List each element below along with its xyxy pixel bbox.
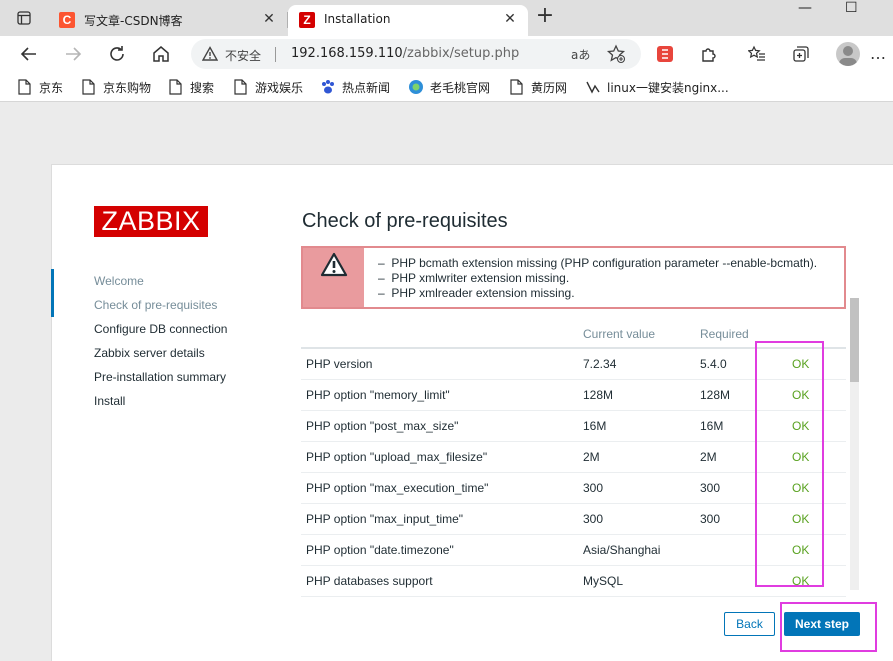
page-icon: [18, 79, 31, 95]
csdn-favicon-icon: C: [59, 12, 75, 28]
page-viewport: ZABBIX Welcome Check of pre-requisites C…: [0, 103, 893, 661]
cell-current: 16M: [578, 410, 695, 442]
cell-current: Asia/Shanghai: [578, 534, 695, 566]
minimize-button[interactable]: —: [798, 0, 812, 16]
close-tab-icon[interactable]: ✕: [502, 11, 518, 27]
paw-icon: [322, 80, 334, 94]
column-header-name: [301, 320, 578, 349]
bookmark-label: 搜索: [190, 81, 215, 95]
step-welcome: Welcome: [94, 274, 144, 288]
cell-current: 300: [578, 503, 695, 535]
home-button[interactable]: [149, 42, 173, 66]
close-tab-icon[interactable]: ✕: [261, 11, 277, 27]
profile-avatar[interactable]: [836, 42, 860, 66]
wave-icon: [586, 81, 600, 94]
step-preinstall-summary: Pre-installation summary: [94, 370, 227, 384]
scrollbar-thumb[interactable]: [850, 298, 859, 382]
cell-current: 128M: [578, 379, 695, 411]
arrow-left-icon: [20, 47, 36, 61]
step-configure-db: Configure DB connection: [94, 322, 228, 336]
collections-icon[interactable]: [792, 45, 810, 63]
bookmark-label: 游戏娱乐: [255, 81, 304, 95]
tab-actions-button[interactable]: [0, 0, 48, 36]
cell-current: 300: [578, 472, 695, 504]
extension-red-icon[interactable]: [656, 45, 674, 63]
url-text[interactable]: 192.168.159.110/zabbix/setup.php: [291, 46, 519, 61]
error-item: PHP xmlreader extension missing.: [378, 286, 817, 301]
bookmark-label: 老毛桃官网: [430, 81, 491, 95]
table-scrollbar[interactable]: [850, 298, 859, 590]
url-host: 192.168.159.110: [291, 46, 403, 61]
home-icon: [153, 46, 169, 62]
error-item: PHP xmlwriter extension missing.: [378, 271, 817, 286]
cell-name: PHP option "max_input_time": [301, 503, 578, 535]
zabbix-logo: ZABBIX: [94, 206, 208, 237]
tab-csdn[interactable]: C 写文章-CSDN博客 ✕: [48, 5, 288, 36]
cell-name: PHP option "date.timezone": [301, 534, 578, 566]
read-aloud-icon[interactable]: aあ: [571, 46, 590, 63]
page-icon: [234, 79, 247, 95]
tab-strip: C 写文章-CSDN博客 ✕ Z Installation ✕ + — ☐: [0, 0, 893, 36]
tab-installation[interactable]: Z Installation ✕: [288, 5, 528, 36]
maximize-button[interactable]: ☐: [845, 0, 858, 16]
cell-name: PHP option "upload_max_filesize": [301, 441, 578, 473]
error-list: PHP bcmath extension missing (PHP config…: [378, 256, 817, 301]
new-tab-button[interactable]: +: [534, 5, 556, 28]
address-separator: [275, 47, 276, 62]
error-item: PHP bcmath extension missing (PHP config…: [378, 256, 817, 271]
tab-title: 写文章-CSDN博客: [84, 14, 183, 28]
url-path: /zabbix/setup.php: [402, 46, 520, 61]
back-button[interactable]: Back: [724, 612, 775, 636]
cell-current: 2M: [578, 441, 695, 473]
error-message-box: PHP bcmath extension missing (PHP config…: [301, 246, 846, 309]
back-nav-button[interactable]: [17, 42, 41, 66]
warning-icon[interactable]: [202, 46, 218, 62]
status-column-highlight: [755, 341, 824, 587]
add-favorite-icon[interactable]: [606, 44, 626, 64]
step-check-prerequisites: Check of pre-requisites: [94, 298, 218, 312]
navigation-bar: 不安全 192.168.159.110/zabbix/setup.php aあ …: [0, 36, 893, 72]
bookmark-label: 热点新闻: [342, 81, 391, 95]
globe-icon: [409, 80, 423, 94]
arrow-right-icon: [66, 47, 82, 61]
browser-menu-button[interactable]: …: [870, 44, 886, 63]
page-icon: [510, 79, 523, 95]
cell-current: 7.2.34: [578, 348, 695, 380]
page-icon: [169, 79, 182, 95]
error-icon-panel: [303, 248, 364, 307]
bookmark-label: 京东购物: [103, 81, 152, 95]
extensions-puzzle-icon[interactable]: [700, 45, 718, 63]
page-icon: [82, 79, 95, 95]
address-bar[interactable]: 不安全 192.168.159.110/zabbix/setup.php aあ: [191, 39, 641, 69]
page-title: Check of pre-requisites: [302, 210, 508, 232]
refresh-icon: [110, 46, 124, 61]
cell-name: PHP option "max_execution_time": [301, 472, 578, 504]
setup-card: ZABBIX Welcome Check of pre-requisites C…: [51, 164, 893, 661]
forward-nav-button[interactable]: [61, 42, 85, 66]
step-server-details: Zabbix server details: [94, 346, 205, 360]
cell-name: PHP databases support: [301, 565, 578, 597]
tab-actions-icon: [17, 11, 31, 25]
next-button-highlight: [780, 602, 877, 652]
bookmark-label: 京东: [39, 81, 64, 95]
bookmark-label: linux一键安装nginx...: [607, 81, 729, 95]
cell-current: MySQL: [578, 565, 695, 597]
bookmarks-bar: 京东 京东购物 搜索 游戏娱乐 热点新闻 老毛桃官网 黄历网 linux一键安装…: [0, 72, 893, 102]
bookmark-label: 黄历网: [531, 81, 568, 95]
column-header-current: Current value: [578, 320, 695, 349]
cell-name: PHP option "post_max_size": [301, 410, 578, 442]
cell-name: PHP option "memory_limit": [301, 379, 578, 411]
warning-triangle-icon: [320, 252, 348, 277]
security-label[interactable]: 不安全: [225, 47, 261, 64]
cell-name: PHP version: [301, 348, 578, 380]
step-install: Install: [94, 394, 126, 408]
zabbix-favicon-icon: Z: [299, 12, 315, 28]
refresh-button[interactable]: [105, 42, 129, 66]
tab-title: Installation: [324, 12, 391, 26]
favorites-list-icon[interactable]: [748, 45, 766, 63]
setup-steps-list: Welcome Check of pre-requisites Configur…: [52, 269, 252, 413]
